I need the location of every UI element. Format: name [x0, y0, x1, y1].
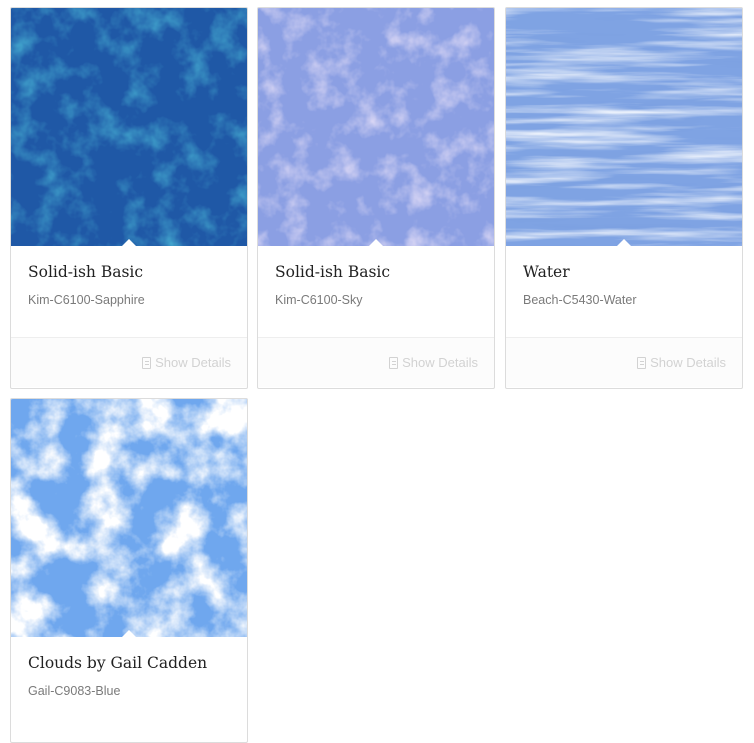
product-sku: Beach-C5430-Water: [523, 293, 637, 307]
card-notch: [121, 239, 137, 246]
card-notch: [616, 239, 632, 246]
show-details-button[interactable]: Show Details: [142, 355, 231, 370]
document-icon: [637, 356, 647, 369]
card-notch: [121, 630, 137, 637]
show-details-label: Show Details: [155, 355, 231, 370]
product-card[interactable]: Solid-ish Basic Kim-C6100-Sky Show Detai…: [257, 7, 495, 389]
document-icon: [389, 356, 399, 369]
show-details-label: Show Details: [650, 355, 726, 370]
product-card[interactable]: Solid-ish Basic Kim-C6100-Sapphire Show …: [10, 7, 248, 389]
show-details-label: Show Details: [402, 355, 478, 370]
product-sku: Kim-C6100-Sky: [275, 293, 363, 307]
fabric-swatch-image[interactable]: [11, 8, 247, 246]
product-sku: Gail-C9083-Blue: [28, 684, 121, 698]
card-notch: [368, 239, 384, 246]
product-sku: Kim-C6100-Sapphire: [28, 293, 145, 307]
product-title: Solid-ish Basic: [28, 263, 144, 281]
product-card[interactable]: Clouds by Gail Cadden Gail-C9083-Blue: [10, 398, 248, 743]
product-title: Clouds by Gail Cadden: [28, 654, 208, 672]
show-details-button[interactable]: Show Details: [637, 355, 726, 370]
fabric-swatch-image[interactable]: [506, 8, 742, 246]
document-icon: [142, 356, 152, 369]
product-card[interactable]: Water Beach-C5430-Water Show Details: [505, 7, 743, 389]
product-title: Water: [523, 263, 570, 281]
show-details-button[interactable]: Show Details: [389, 355, 478, 370]
fabric-swatch-image[interactable]: [258, 8, 494, 246]
fabric-swatch-image[interactable]: [11, 399, 247, 637]
product-title: Solid-ish Basic: [275, 263, 391, 281]
